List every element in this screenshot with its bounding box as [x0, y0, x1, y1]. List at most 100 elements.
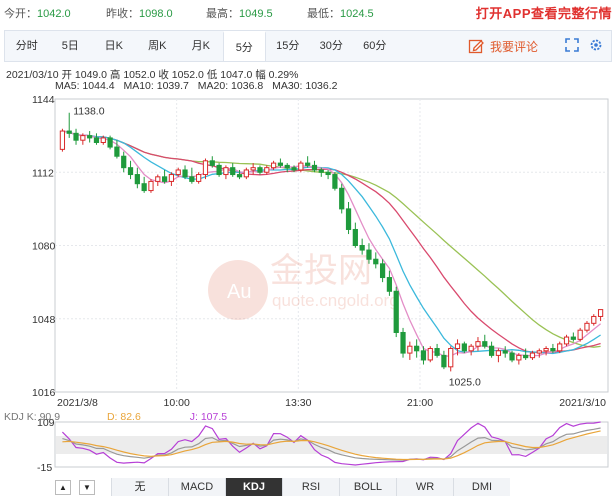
indicator-macd[interactable]: MACD: [168, 478, 225, 496]
candle-body: [529, 352, 536, 359]
chart-grid: [54, 98, 609, 393]
candle-body: [570, 336, 576, 340]
candle-body: [448, 348, 454, 368]
candle-body: [216, 164, 222, 176]
candle-body: [114, 146, 120, 157]
x-tick-label: 2021/3/10: [559, 397, 606, 409]
indicator-rsi[interactable]: RSI: [282, 478, 339, 496]
candle-body: [305, 162, 311, 166]
ma30-line: [62, 130, 601, 348]
candle-body: [482, 341, 488, 347]
candle: [536, 348, 542, 358]
candle-body: [298, 162, 304, 171]
candle: [230, 163, 236, 177]
candle: [196, 172, 202, 184]
candle-body: [107, 137, 113, 148]
candle-body: [223, 167, 229, 176]
candle: [73, 128, 79, 145]
candle-body: [182, 169, 188, 178]
candle: [577, 327, 583, 342]
candle: [250, 163, 256, 175]
indicator-boll[interactable]: BOLL: [339, 478, 396, 496]
candle: [155, 174, 161, 186]
candle-body: [236, 174, 243, 178]
candle: [584, 321, 590, 333]
candle: [121, 151, 127, 173]
candle: [332, 172, 338, 191]
candle: [93, 133, 100, 145]
candle-body: [502, 350, 508, 354]
candle-body: [243, 169, 249, 178]
x-tick-label: 21:00: [407, 397, 433, 409]
candle-body: [597, 309, 604, 317]
candle: [311, 160, 318, 173]
kdj-y-tick: -15: [37, 462, 52, 474]
indicator-tabs: ▲ ▼ 无 MACD KDJ RSI BOLL WR DMI: [0, 478, 616, 496]
candle: [379, 259, 386, 283]
kdj-j-label: J: 107.5: [189, 411, 228, 423]
candle-body: [591, 315, 597, 324]
candle: [591, 314, 597, 326]
candle-body: [543, 348, 549, 352]
candle: [148, 179, 154, 193]
price-chart[interactable]: Au 金投网 quote.cngold.org 1138.0 1025.0 11…: [0, 0, 616, 478]
candle: [563, 334, 570, 347]
candle-body: [257, 167, 263, 173]
watermark-badge: Au: [227, 281, 251, 303]
candle-body: [100, 137, 106, 143]
candle: [277, 158, 284, 168]
watermark: Au 金投网 quote.cngold.org: [208, 251, 399, 320]
candle-body: [509, 352, 515, 361]
candle-body: [523, 354, 529, 359]
candle: [434, 343, 440, 358]
candle-body: [577, 329, 583, 340]
candle-body: [93, 137, 100, 143]
candle-body: [407, 345, 413, 354]
kdj-d-label: D: 82.6: [106, 411, 141, 423]
candle-body: [161, 176, 168, 182]
candle-body: [59, 130, 66, 150]
y-tick-label: 1016: [32, 387, 56, 399]
candle: [352, 222, 358, 248]
candle-body: [87, 135, 93, 139]
candle-body: [250, 167, 256, 171]
candle-body: [264, 167, 270, 173]
candle: [59, 128, 66, 152]
candle-body: [168, 174, 175, 182]
indicator-none[interactable]: 无: [111, 478, 168, 496]
high-annotation: 1138.0: [73, 106, 104, 118]
candle: [141, 176, 147, 193]
candle: [488, 341, 495, 358]
candle: [189, 167, 195, 184]
indicator-dmi[interactable]: DMI: [453, 478, 510, 496]
candle-body: [73, 132, 79, 141]
scroll-down-button[interactable]: ▼: [79, 479, 95, 495]
candle-body: [277, 162, 284, 166]
x-tick-label: 10:00: [164, 397, 190, 409]
indicator-kdj[interactable]: KDJ: [225, 478, 282, 496]
candle: [257, 165, 263, 175]
indicator-wr[interactable]: WR: [396, 478, 453, 496]
candle-body: [359, 245, 365, 251]
candle-body: [332, 174, 338, 189]
scroll-up-button[interactable]: ▲: [55, 479, 71, 495]
candle-body: [495, 350, 502, 356]
candle: [216, 163, 222, 177]
candle: [407, 341, 413, 360]
candle-body: [366, 249, 372, 260]
candle-body: [584, 322, 590, 331]
candle-body: [121, 155, 127, 169]
candle-body: [461, 343, 467, 352]
candle-body: [270, 162, 277, 169]
candle-body: [284, 164, 290, 169]
moving-average-lines: [62, 130, 602, 357]
candle: [597, 309, 604, 322]
watermark-url: quote.cngold.org: [272, 291, 399, 310]
candle: [66, 112, 72, 138]
candle-body: [148, 180, 154, 192]
x-axis-labels: 2021/3/8 10:00 13:30 21:00 2021/3/10: [57, 397, 606, 409]
candle-body: [189, 176, 195, 182]
candle: [107, 135, 113, 150]
candle: [502, 346, 508, 358]
y-tick-label: 1048: [32, 314, 56, 326]
